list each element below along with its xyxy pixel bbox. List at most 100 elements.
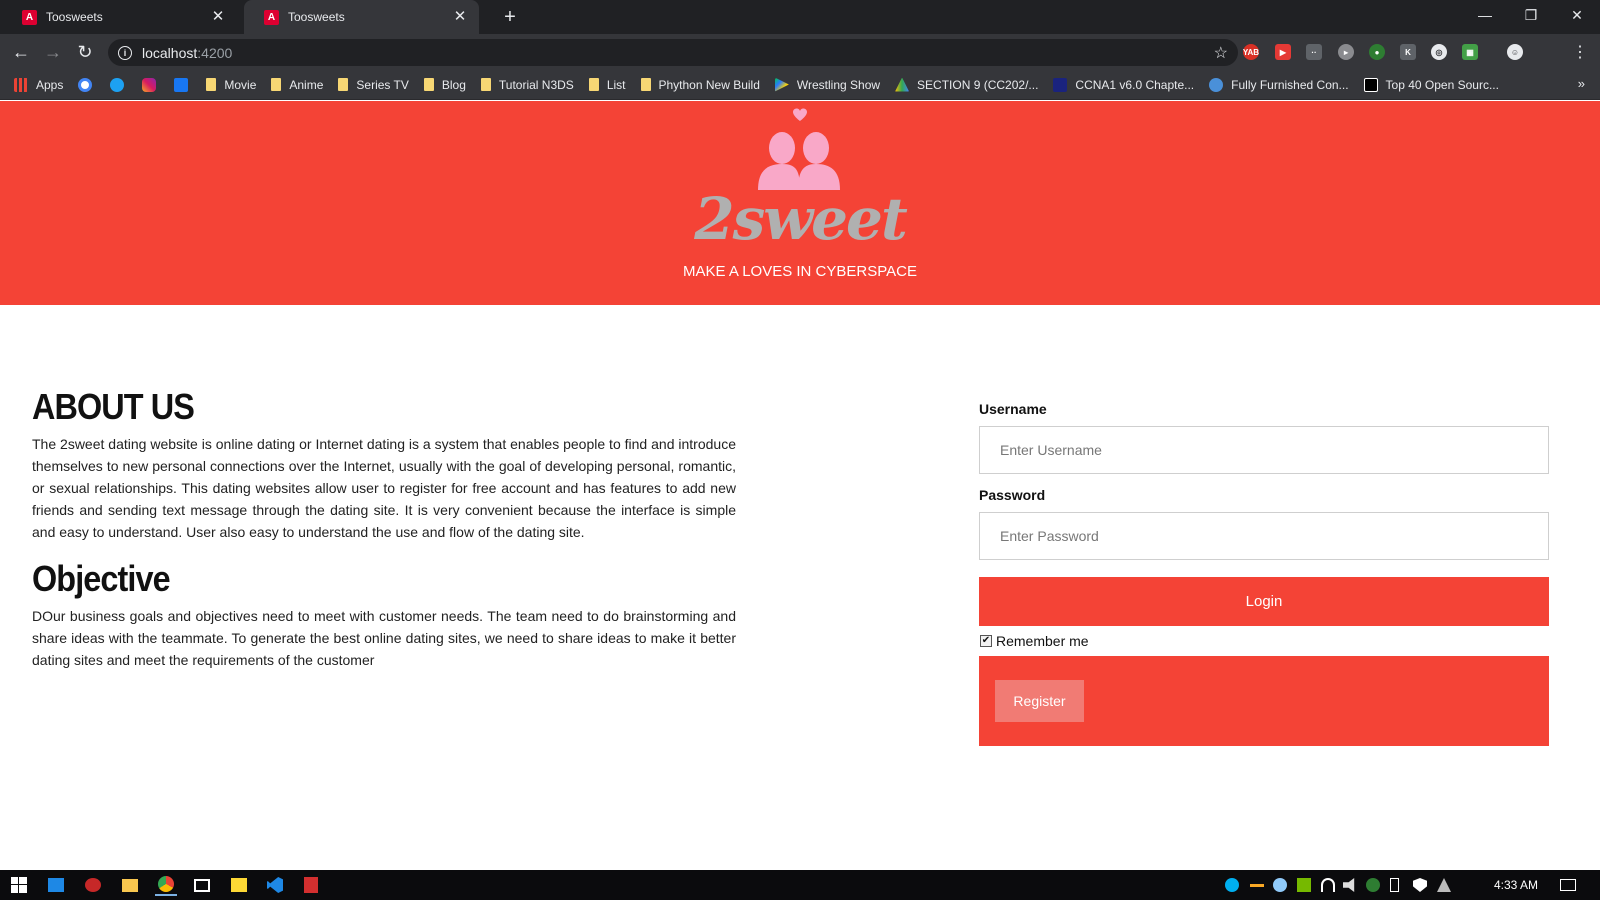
security-shield-icon[interactable]: [1413, 878, 1427, 892]
tab-close-icon[interactable]: ✕: [451, 8, 469, 26]
bookmark-label: Phython New Build: [658, 77, 760, 92]
remember-me-checkbox[interactable]: ✔: [980, 635, 992, 647]
extension-yab-icon[interactable]: YAB: [1243, 44, 1259, 60]
bookmark-section-9[interactable]: SECTION 9 (CC202/...: [895, 77, 1038, 92]
bookmark-folder-movie[interactable]: Movie: [206, 78, 256, 92]
windows-start-icon[interactable]: [8, 874, 30, 896]
bookmark-wrestling-show[interactable]: Wrestling Show: [774, 77, 881, 92]
bookmark-folder-series-tv[interactable]: Series TV: [338, 78, 409, 92]
apps-grid-icon: [14, 77, 28, 92]
extension-k-icon[interactable]: K: [1400, 44, 1416, 60]
extension-gray-icon[interactable]: ··: [1306, 44, 1322, 60]
bookmark-ccna1[interactable]: CCNA1 v6.0 Chapte...: [1053, 77, 1195, 92]
minimize-window-button[interactable]: —: [1462, 0, 1508, 30]
browser-tab-active[interactable]: A Toosweets ✕: [244, 0, 479, 34]
tab-close-icon[interactable]: ✕: [209, 8, 227, 26]
reload-icon[interactable]: ↻: [73, 40, 97, 64]
notification-center-icon[interactable]: [1560, 879, 1576, 891]
close-window-button[interactable]: ✕: [1554, 0, 1600, 30]
extension-video-icon[interactable]: ▶: [1275, 44, 1291, 60]
new-tab-button[interactable]: +: [498, 5, 522, 29]
bookmark-folder-tutorial-n3ds[interactable]: Tutorial N3DS: [480, 77, 574, 92]
bookmark-label: Top 40 Open Sourc...: [1385, 77, 1499, 92]
windows-taskbar: 4:33 AM: [0, 870, 1600, 900]
back-arrow-icon[interactable]: ←: [9, 40, 33, 64]
bookmark-label: Tutorial N3DS: [498, 77, 574, 92]
nvidia-tray-icon[interactable]: [1297, 878, 1311, 892]
hero-header: 2sweet MAKE A LOVES IN CYBERSPACE: [0, 101, 1600, 305]
red-app-icon[interactable]: [82, 874, 104, 896]
skype-tray-icon[interactable]: [1225, 878, 1239, 892]
folder-icon: [588, 78, 599, 91]
bookmark-label: Anime: [289, 77, 324, 92]
taskbar-clock[interactable]: 4:33 AM: [1494, 878, 1538, 892]
bookmark-label: Movie: [224, 77, 257, 92]
bookmark-twitter[interactable]: [110, 77, 125, 92]
folder-icon: [271, 78, 282, 91]
battery-icon[interactable]: [1390, 878, 1399, 892]
forward-arrow-icon[interactable]: →: [41, 40, 65, 64]
drive-icon: [895, 77, 910, 92]
about-body: The 2sweet dating website is online dati…: [32, 436, 736, 540]
extension-play-icon[interactable]: ▸: [1338, 44, 1354, 60]
bookmark-folder-blog[interactable]: Blog: [423, 77, 466, 92]
pdf-reader-icon[interactable]: [300, 874, 322, 896]
extension-sheet-icon[interactable]: ▦: [1462, 44, 1478, 60]
bookmark-star-icon[interactable]: ☆: [1214, 43, 1228, 63]
bookmark-fully-furnished[interactable]: Fully Furnished Con...: [1209, 77, 1349, 92]
folder-icon: [480, 78, 491, 91]
restore-window-button[interactable]: ❐: [1508, 0, 1554, 30]
network-tray-icon[interactable]: [1437, 878, 1451, 892]
objective-title: Objective: [32, 558, 171, 599]
password-input[interactable]: [979, 512, 1549, 560]
site-icon: [1053, 77, 1068, 92]
bookmark-facebook[interactable]: [174, 77, 189, 92]
play-store-icon: [774, 77, 789, 92]
extension-circle-icon[interactable]: ◎: [1431, 44, 1447, 60]
file-explorer-icon[interactable]: [119, 874, 141, 896]
url-host: localhost: [142, 44, 198, 61]
store-app-icon[interactable]: [45, 874, 67, 896]
bookmark-folder-phython[interactable]: Phython New Build: [640, 77, 760, 92]
site-icon: [1209, 77, 1224, 92]
login-button[interactable]: Login: [979, 577, 1549, 626]
browser-tab[interactable]: A Toosweets ✕: [2, 0, 237, 34]
address-bar[interactable]: i localhost :4200 ☆: [108, 39, 1238, 66]
password-label: Password: [979, 487, 1046, 503]
remember-me-row: ✔ Remember me: [979, 626, 1549, 656]
bookmark-google[interactable]: [78, 77, 93, 92]
bookmarks-overflow-button[interactable]: »: [1578, 76, 1585, 91]
settings-tray-icon[interactable]: [1273, 878, 1287, 892]
tray-dots-icon[interactable]: [1250, 884, 1264, 887]
login-form: Username Password Login ✔ Remember me Re…: [979, 400, 1549, 746]
couple-heart-logo-icon: [758, 108, 840, 190]
bookmark-label: Apps: [36, 77, 64, 92]
bookmark-folder-list[interactable]: List: [588, 78, 626, 92]
chrome-taskbar-icon[interactable]: [155, 874, 177, 896]
volume-icon[interactable]: [1343, 878, 1355, 892]
bookmark-label: Wrestling Show: [796, 77, 881, 92]
wifi-icon[interactable]: [1321, 878, 1335, 892]
bookmark-top-40[interactable]: Top 40 Open Sourc...: [1363, 77, 1499, 92]
vscode-icon[interactable]: [264, 874, 286, 896]
globe-tray-icon[interactable]: [1366, 878, 1380, 892]
folder-icon: [338, 78, 349, 91]
angular-favicon-icon: A: [22, 9, 37, 25]
bookmark-instagram[interactable]: [142, 77, 157, 92]
facebook-icon: [174, 77, 189, 92]
folder-icon: [423, 78, 434, 91]
bookmark-label: Blog: [441, 77, 466, 92]
site-info-icon[interactable]: i: [118, 45, 132, 60]
bookmark-apps[interactable]: Apps: [14, 77, 64, 92]
objective-body: DOur business goals and objectives need …: [32, 608, 736, 668]
clapper-app-icon[interactable]: [228, 874, 250, 896]
bookmark-label: CCNA1 v6.0 Chapte...: [1075, 77, 1195, 92]
bookmark-folder-anime[interactable]: Anime: [271, 78, 323, 92]
url-port: :4200: [197, 44, 233, 61]
username-input[interactable]: [979, 426, 1549, 474]
photos-app-icon[interactable]: [191, 874, 213, 896]
browser-menu-icon[interactable]: ⋮: [1570, 42, 1590, 62]
register-button[interactable]: Register: [995, 680, 1084, 722]
profile-avatar-icon[interactable]: ☺: [1507, 44, 1523, 60]
extension-globe-icon[interactable]: ●: [1369, 44, 1385, 60]
